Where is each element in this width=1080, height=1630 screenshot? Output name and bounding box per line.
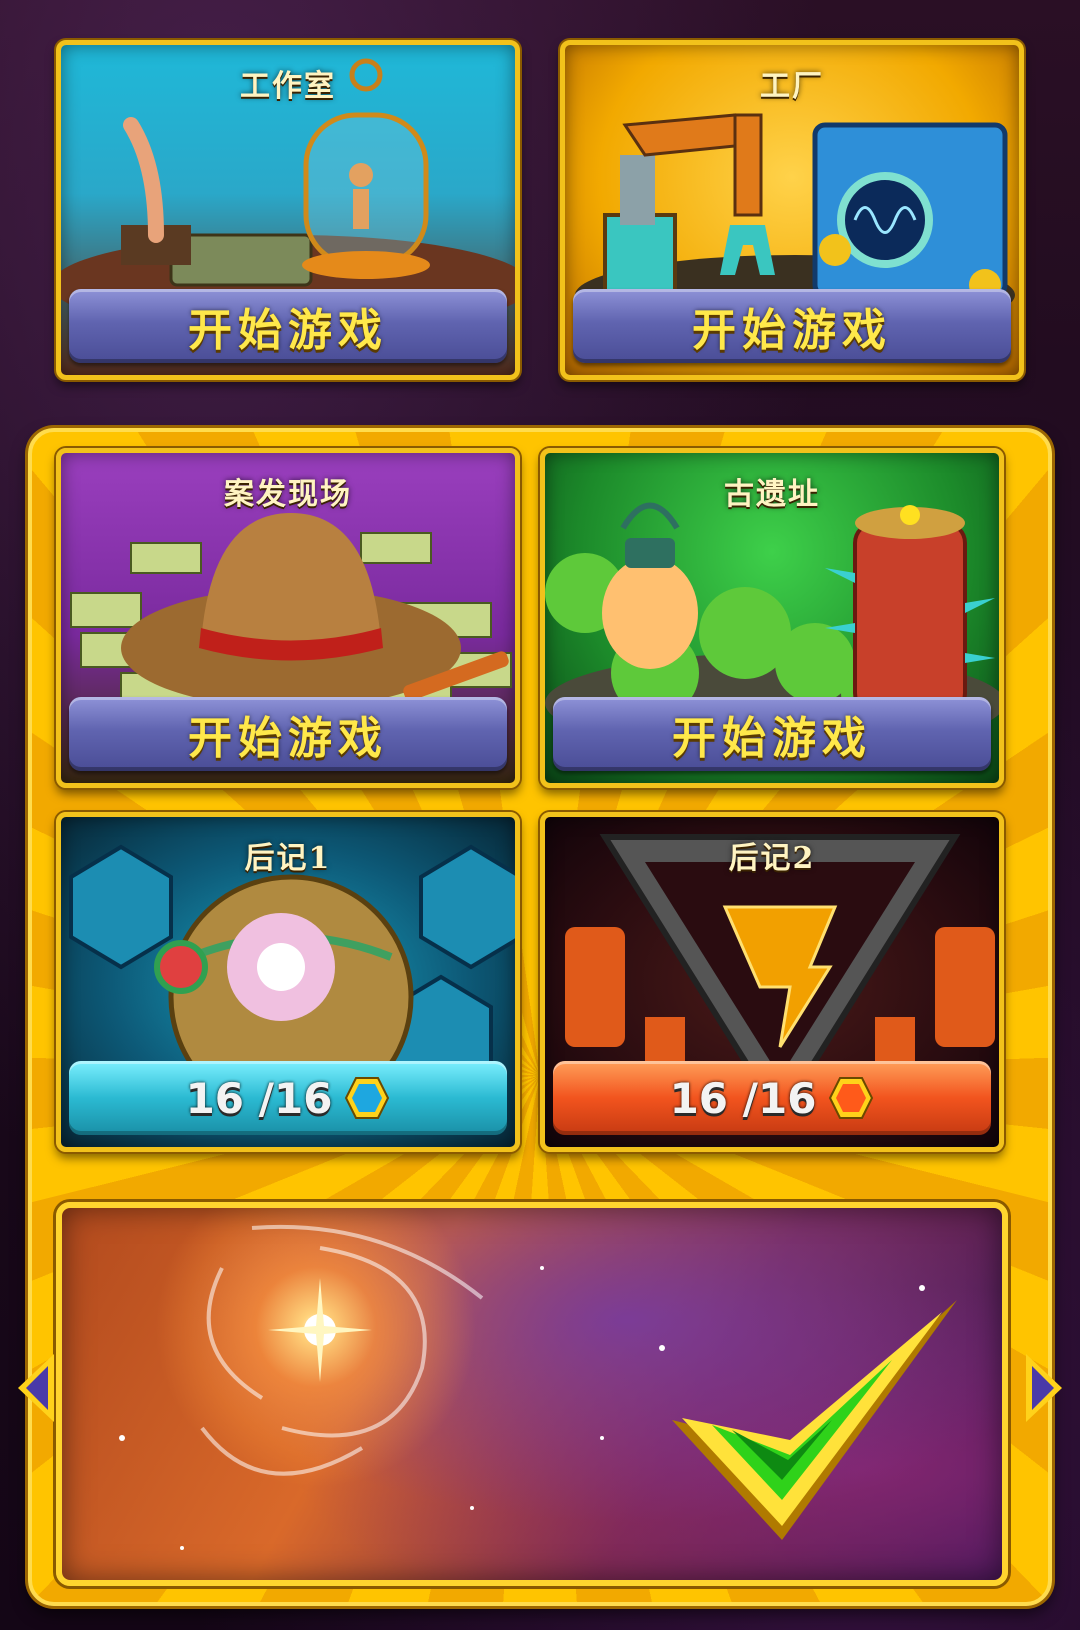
confirm-checkmark-button[interactable] [662,1290,962,1550]
start-game-button[interactable]: 开始游戏 [69,697,507,771]
level-title: 古遗址 [724,477,820,512]
start-game-label: 开始游戏 [692,305,892,356]
level-card-ancient-ruins[interactable]: 古遗址 开始游戏 [540,448,1004,788]
level-select-panel: 案发现场 开始游戏 古遗址 开始游戏 后记1 16 /16 后记2 16 /16 [18,428,1062,1606]
next-arrow-button[interactable] [1024,1352,1064,1424]
level-card-factory[interactable]: 工厂 开始游戏 [560,40,1024,380]
start-game-label: 开始游戏 [188,713,388,764]
level-title: 后记1 [244,841,332,876]
completion-bar: 16 /16 [69,1061,507,1135]
start-game-button[interactable]: 开始游戏 [573,289,1011,363]
start-game-label: 开始游戏 [188,305,388,356]
level-title: 工作室 [240,69,336,104]
completion-count: 16 /16 [185,1073,333,1123]
triangle-left-icon [18,1354,54,1422]
start-game-label: 开始游戏 [672,713,872,764]
completion-bar: 16 /16 [553,1061,991,1135]
checkmark-icon [672,1300,957,1540]
level-title: 后记2 [728,841,816,876]
level-title: 案发现场 [224,477,352,512]
level-card-epilogue-1[interactable]: 后记1 16 /16 [56,812,520,1152]
triangle-right-icon [1026,1354,1062,1422]
start-game-button[interactable]: 开始游戏 [553,697,991,771]
blue-gem-icon [344,1075,390,1121]
level-preview-galaxy [56,1202,1008,1586]
level-card-crime-scene[interactable]: 案发现场 开始游戏 [56,448,520,788]
level-card-epilogue-2[interactable]: 后记2 16 /16 [540,812,1004,1152]
previous-arrow-button[interactable] [16,1352,56,1424]
completion-count: 16 /16 [669,1073,817,1123]
level-card-studio[interactable]: 工作室 开始游戏 [56,40,520,380]
level-title: 工厂 [760,69,824,104]
orange-gem-icon [828,1075,874,1121]
start-game-button[interactable]: 开始游戏 [69,289,507,363]
